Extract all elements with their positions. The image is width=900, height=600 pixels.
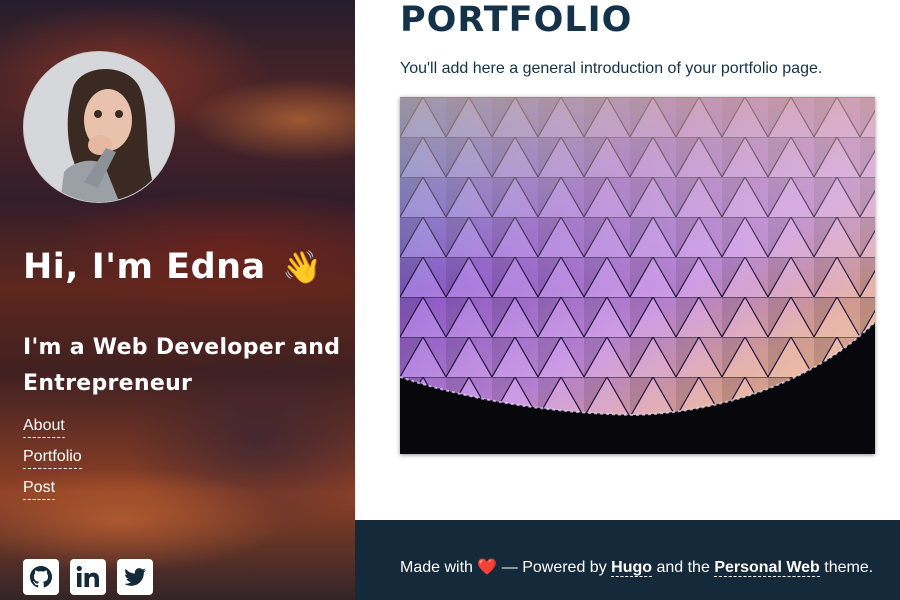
page-title: PORTFOLIO [400,0,633,40]
avatar-photo [24,52,174,202]
footer-and-the: and the [656,559,710,576]
hugo-link[interactable]: Hugo [611,559,653,577]
geodesic-dome-image [400,97,875,454]
waving-hand-icon: 👋 [282,248,323,286]
footer: Made with ❤️ — Powered by Hugo and the P… [355,520,900,600]
twitter-link[interactable] [117,559,153,595]
footer-made-with: Made with [400,559,473,576]
footer-powered-by: — Powered by [501,559,607,576]
theme-link[interactable]: Personal Web [714,559,820,577]
sidebar: Hi, I'm Edna 👋 I'm a Web Developer and E… [0,0,355,600]
portfolio-hero-image [400,97,875,454]
github-link[interactable] [23,559,59,595]
greeting-heading: Hi, I'm Edna 👋 [23,247,343,287]
heart-icon: ❤️ [477,559,498,576]
linkedin-icon [76,565,99,587]
social-links [23,559,153,595]
sidebar-nav: About Portfolio Post [23,415,223,508]
nav-link-about[interactable]: About [23,415,65,438]
footer-credit: Made with ❤️ — Powered by Hugo and the P… [400,556,880,580]
nav-link-post[interactable]: Post [23,477,56,500]
avatar [23,51,175,203]
greeting-text: Hi, I'm Edna [23,247,266,287]
tagline: I'm a Web Developer and Entrepreneur [23,335,341,396]
github-icon [30,566,52,588]
main-content: PORTFOLIO You'll add here a general intr… [355,0,900,520]
footer-theme-word: theme. [824,559,874,576]
intro-text: You'll add here a general introduction o… [400,60,823,77]
linkedin-link[interactable] [70,559,106,595]
nav-link-portfolio[interactable]: Portfolio [23,446,82,469]
twitter-icon [124,568,146,586]
